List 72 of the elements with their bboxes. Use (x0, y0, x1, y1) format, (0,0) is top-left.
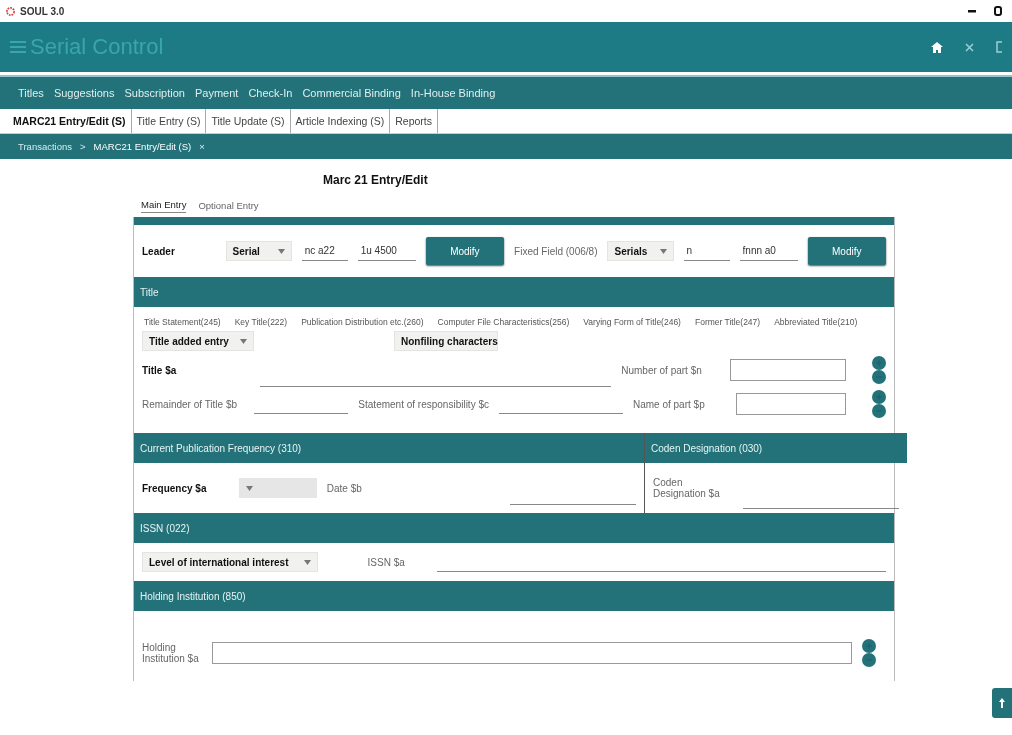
menu-link[interactable]: Titles (18, 87, 44, 99)
window-title: SOUL 3.0 (20, 5, 65, 17)
select-field[interactable]: Serial (225, 241, 292, 261)
caret-icon (659, 248, 667, 254)
form-heading: Marc 21 Entry/Edit (323, 173, 428, 187)
field-label: Statement of responsibility $c (358, 399, 489, 410)
leader-label: Leader (142, 245, 176, 257)
arrow-up-icon (999, 698, 1005, 708)
section-header: Coden Designation (030) (645, 433, 907, 463)
app-logo-icon (6, 6, 15, 16)
select-field[interactable]: Title added entry (142, 331, 254, 351)
text-field[interactable]: nc a22 (301, 241, 348, 261)
menu-link[interactable]: Commercial Binding (302, 87, 401, 99)
menu-link[interactable]: Subscription (124, 87, 185, 99)
field-label: Coden Designation $a (653, 477, 721, 499)
modify-button[interactable]: Modify (807, 237, 886, 265)
close-icon[interactable] (965, 42, 974, 52)
subfield-tab[interactable]: Varying Form of Title(246) (583, 317, 681, 327)
text-field[interactable]: fnnn a0 (739, 241, 798, 261)
section-header: Holding Institution (850) (134, 581, 894, 611)
close-tab-button[interactable]: × (199, 141, 205, 152)
caret-icon (240, 338, 247, 344)
text-field[interactable]: n (683, 241, 730, 261)
maximize-icon[interactable] (994, 6, 1002, 16)
subfield-tab[interactable]: Computer File Characteristics(256) (437, 317, 570, 327)
add-button[interactable] (872, 356, 886, 370)
section-header: Title (134, 277, 894, 307)
text-field[interactable] (736, 393, 846, 415)
breadcrumb-link[interactable]: Transactions (18, 141, 73, 152)
field-label: Name of part $p (633, 399, 705, 410)
remove-button[interactable] (872, 404, 886, 418)
scroll-top-button[interactable] (992, 688, 1012, 718)
text-field[interactable] (212, 642, 852, 664)
remove-button[interactable] (862, 653, 876, 667)
field-label: Frequency $a (142, 483, 207, 494)
breadcrumb-current: MARC21 Entry/Edit (S) (93, 141, 192, 152)
menu-link[interactable]: In-House Binding (410, 87, 496, 99)
text-field[interactable]: 1u 4500 (357, 241, 416, 261)
section-header: Current Publication Frequency (310) (134, 433, 644, 463)
modify-button[interactable]: Modify (425, 237, 505, 265)
subfield-tab[interactable]: Abbreviated Title(210) (774, 317, 858, 327)
menu-link[interactable]: Check-In (248, 87, 293, 99)
section-header: ISSN (022) (134, 513, 894, 543)
entry-tab[interactable]: Main Entry (141, 197, 187, 213)
field-label: Remainder of Title $b (142, 399, 238, 410)
field-label: Fixed Field (006/8) (514, 245, 598, 257)
subfield-tab[interactable]: Former Title(247) (694, 317, 761, 327)
add-button[interactable] (862, 639, 876, 653)
menu-link[interactable]: Suggestions (53, 87, 115, 99)
home-icon[interactable] (931, 41, 943, 53)
text-field[interactable] (729, 359, 846, 381)
minimize-icon[interactable] (968, 9, 976, 13)
caret-icon (277, 248, 285, 254)
subfield-tab[interactable]: Publication Distribution etc.(260) (301, 317, 424, 327)
remove-button[interactable] (872, 370, 886, 384)
select-field[interactable]: Nonfiling characters (394, 331, 498, 351)
add-button[interactable] (872, 390, 886, 404)
field-label: Date $b (326, 483, 362, 494)
subfield-tab[interactable]: Title Statement(245) (144, 317, 221, 327)
field-label: Title $a (142, 365, 177, 376)
field-label: Holding Institution $a (142, 642, 200, 664)
field-label: ISSN $a (367, 557, 405, 568)
caret-icon (303, 559, 311, 565)
logout-icon[interactable] (996, 41, 1002, 53)
entry-tab[interactable]: Optional Entry (198, 197, 259, 213)
breadcrumb-separator: > (80, 141, 86, 152)
field-label: Number of part $n (621, 365, 702, 376)
caret-icon (245, 485, 253, 491)
subfield-tab[interactable]: Key Title(222) (234, 317, 288, 327)
select-field[interactable]: Level of international interest (142, 552, 318, 572)
select-field[interactable]: Serials (607, 241, 674, 261)
menu-link[interactable]: Payment (194, 87, 239, 99)
